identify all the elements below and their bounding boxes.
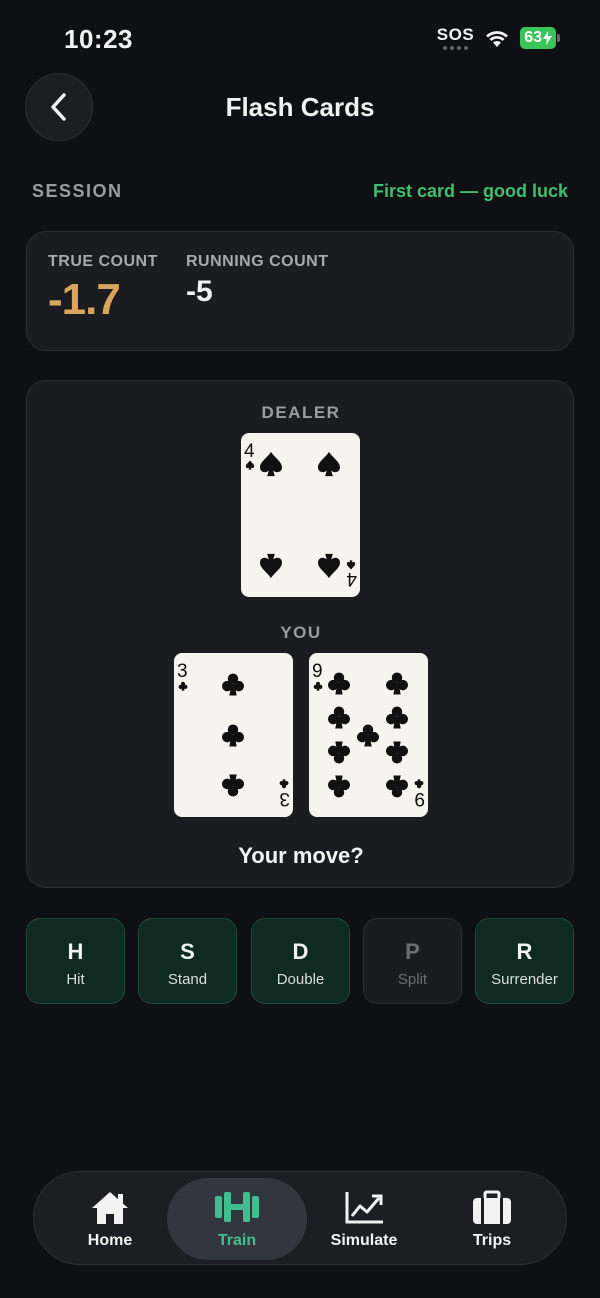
battery-indicator: 63	[520, 27, 560, 49]
sos-indicator: SOS	[437, 26, 474, 50]
status-bar: 10:23 SOS 63	[0, 0, 600, 72]
action-label: Surrender	[491, 971, 558, 988]
true-count-value: -1.7	[48, 275, 121, 324]
tab-label: Simulate	[330, 1232, 398, 1249]
dealer-label: DEALER	[261, 403, 341, 422]
true-count: TRUE COUNT -1.7	[48, 253, 158, 325]
dumbbell-icon	[215, 1192, 259, 1222]
action-label: Hit	[66, 971, 85, 988]
tab-simulate[interactable]: Simulate	[300, 1178, 428, 1260]
tab-train[interactable]: Train	[167, 1178, 307, 1260]
true-count-label: TRUE COUNT	[48, 253, 158, 270]
sos-text: SOS	[436, 25, 475, 44]
card-rank-inverted: 9	[414, 788, 425, 809]
signal-dots-icon	[443, 46, 468, 50]
dealer-card: 4 4	[241, 433, 360, 597]
action-key: D	[292, 939, 309, 964]
action-key: R	[516, 939, 533, 964]
session-label: SESSION	[32, 181, 123, 201]
count-card: TRUE COUNT -1.7 RUNNING COUNT -5	[26, 231, 574, 351]
running-count: RUNNING COUNT -5	[186, 253, 329, 309]
player-card-1: 3 3	[174, 653, 293, 817]
status-time: 10:23	[64, 24, 133, 54]
tab-label: Trips	[472, 1232, 512, 1249]
player-card-2: 9 9	[309, 653, 428, 817]
session-message: First card — good luck	[372, 181, 568, 201]
tab-trips[interactable]: Trips	[428, 1178, 556, 1260]
action-label: Stand	[167, 971, 208, 988]
running-count-value: -5	[186, 275, 213, 308]
stand-button[interactable]: S Stand	[138, 918, 237, 1004]
double-button[interactable]: D Double	[251, 918, 350, 1004]
table-card: DEALER 4 4 YOU 3 3 9 9 Your move?	[26, 380, 574, 888]
tab-label: Home	[87, 1232, 133, 1249]
card-rank: 4	[244, 441, 255, 462]
card-rank: 9	[312, 661, 323, 682]
your-move-prompt: Your move?	[238, 843, 364, 868]
card-rank: 3	[177, 661, 188, 682]
briefcase-icon	[473, 1190, 511, 1224]
chart-icon	[345, 1192, 383, 1224]
battery-cap	[557, 34, 560, 42]
running-count-label: RUNNING COUNT	[186, 253, 329, 270]
action-key: S	[180, 939, 195, 964]
battery-percent: 63	[524, 29, 542, 46]
action-label: Split	[397, 971, 428, 988]
hit-button[interactable]: H Hit	[26, 918, 125, 1004]
action-key: P	[405, 939, 420, 964]
you-label: YOU	[280, 623, 322, 642]
tab-home[interactable]: Home	[46, 1178, 174, 1260]
card-rank-inverted: 3	[279, 788, 290, 809]
action-label: Double	[276, 971, 325, 988]
split-button[interactable]: P Split	[363, 918, 462, 1004]
home-icon	[92, 1192, 128, 1224]
page-title: Flash Cards	[225, 92, 375, 122]
surrender-button[interactable]: R Surrender	[475, 918, 574, 1004]
battery-level: 63	[520, 27, 556, 49]
card-rank-inverted: 4	[346, 568, 357, 589]
action-key: H	[67, 939, 84, 964]
wifi-icon	[486, 31, 509, 47]
tab-bar: Home Train Simulate Trips	[33, 1171, 567, 1265]
charging-bolt-icon	[543, 31, 552, 45]
status-indicators: SOS 63	[437, 26, 560, 50]
tab-label: Train	[217, 1232, 257, 1249]
